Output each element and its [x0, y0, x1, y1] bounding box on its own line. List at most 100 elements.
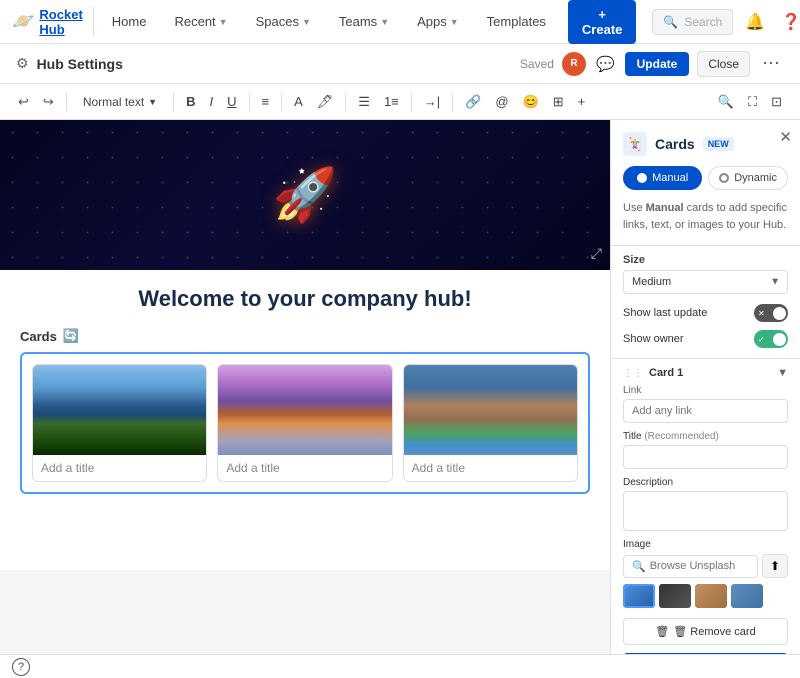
trash-icon: 🗑	[655, 625, 669, 638]
card1-section: ⋮⋮ Card 1 ▼ Link Title (Recommended) Des…	[611, 358, 800, 645]
owner-toggle[interactable]: ✓	[754, 330, 788, 348]
link-button[interactable]: 🔗	[459, 91, 487, 113]
help-icon[interactable]: ❓	[777, 8, 800, 36]
card-item[interactable]: Add a title	[217, 364, 392, 482]
insert-button[interactable]: +	[572, 91, 592, 112]
search-box[interactable]: 🔍 Search	[652, 9, 733, 35]
font-color-button[interactable]: A	[288, 91, 309, 112]
cards-label: Cards	[20, 329, 57, 344]
cards-section: Cards 🔄 Add a title Add a title	[20, 328, 590, 494]
card-title: Add a title	[404, 455, 577, 481]
show-last-update-label: Show last update	[623, 307, 707, 319]
help-circle-button[interactable]: ?	[12, 658, 30, 676]
search-content-button[interactable]: 🔍	[712, 91, 740, 113]
manual-radio[interactable]: Manual	[623, 166, 702, 190]
card1-label: Card 1	[649, 367, 683, 379]
nav-item-templates[interactable]: Templates	[477, 8, 556, 35]
card-item[interactable]: Add a title	[32, 364, 207, 482]
more-options-icon[interactable]: ⋯	[758, 51, 784, 76]
undo-button[interactable]: ↩	[12, 91, 35, 113]
show-owner-label: Show owner	[623, 333, 684, 345]
card-image-mountain	[33, 365, 206, 455]
link-input[interactable]	[623, 399, 788, 423]
panel-header: 🃏 Cards NEW	[611, 120, 800, 166]
grip-icon: ⋮⋮	[623, 368, 643, 379]
chevron-down-icon: ▼	[450, 17, 459, 27]
image-search-row: 🔍 ⬆	[611, 554, 800, 584]
remove-card-button[interactable]: 🗑 🗑 Remove card	[623, 618, 788, 645]
hub-title: Hub Settings	[37, 56, 512, 72]
align-button[interactable]: ≡	[256, 91, 276, 112]
more-toolbar-button[interactable]: ⊡	[765, 91, 788, 113]
nav-item-home[interactable]: Home	[102, 8, 157, 35]
create-button[interactable]: + Create	[568, 0, 636, 44]
card1-header[interactable]: ⋮⋮ Card 1 ▼	[611, 359, 800, 385]
hub-settings-icon: ⚙	[16, 55, 29, 72]
nav-item-spaces[interactable]: Spaces ▼	[246, 8, 321, 35]
ordered-list-button[interactable]: 1≡	[378, 91, 405, 112]
update-button[interactable]: Update	[625, 52, 690, 76]
fullscreen-button[interactable]: ⛶	[742, 91, 763, 113]
radio-dot-empty	[719, 173, 729, 183]
card-image-cliff	[404, 365, 577, 455]
thumbnail-4[interactable]	[731, 584, 763, 608]
nav-item-apps[interactable]: Apps ▼	[407, 8, 469, 35]
list-button[interactable]: ☰	[352, 91, 376, 113]
last-update-toggle[interactable]: ✕	[754, 304, 788, 322]
size-select[interactable]: Small Medium Large	[623, 270, 788, 294]
image-thumbnails	[611, 584, 800, 618]
chevron-down-icon: ▼	[219, 17, 228, 27]
text-style-button[interactable]: Normal text ▼	[73, 92, 167, 112]
description-textarea[interactable]	[623, 491, 788, 531]
title-field-label: Title (Recommended)	[611, 431, 800, 445]
bold-button[interactable]: B	[180, 91, 201, 112]
thumbnail-2[interactable]	[659, 584, 691, 608]
mention-button[interactable]: @	[489, 91, 514, 112]
hero-banner: 🚀 ⤢	[0, 120, 610, 270]
size-select-wrapper[interactable]: Small Medium Large ▼	[623, 270, 788, 294]
thumbnail-3[interactable]	[695, 584, 727, 608]
hub-avatar[interactable]: R	[562, 52, 586, 76]
search-icon: 🔍	[632, 560, 646, 573]
italic-button[interactable]: I	[203, 91, 219, 112]
emoji-button[interactable]: 😊	[517, 91, 545, 113]
notification-icon[interactable]: 🔔	[741, 8, 769, 36]
underline-button[interactable]: U	[221, 91, 242, 112]
table-button[interactable]: ⊞	[547, 91, 570, 113]
nav-item-recent[interactable]: Recent ▼	[164, 8, 237, 35]
panel-close-button[interactable]: ✕	[779, 128, 792, 146]
indent-button[interactable]: →|	[418, 91, 446, 112]
nav-item-teams[interactable]: Teams ▼	[329, 8, 399, 35]
title-input[interactable]	[623, 445, 788, 469]
redo-button[interactable]: ↪	[37, 91, 60, 113]
hub-header: ⚙ Hub Settings Saved R 💬 Update Close ⋯	[0, 44, 800, 84]
top-nav: 🪐 Rocket Hub Home Recent ▼ Spaces ▼ Team…	[0, 0, 800, 44]
panel-radio-group: Manual Dynamic	[611, 166, 800, 200]
logo-emoji: 🪐	[12, 11, 34, 32]
highlight-button[interactable]: 🖊	[311, 91, 340, 113]
image-search-box[interactable]: 🔍	[623, 555, 758, 578]
rocket-emoji: 🚀	[273, 165, 338, 226]
card-image-ocean	[218, 365, 391, 455]
editor-body: Welcome to your company hub! Cards 🔄 Add…	[0, 270, 610, 570]
panel-title: Cards	[655, 136, 695, 152]
dynamic-radio[interactable]: Dynamic	[708, 166, 788, 190]
cards-header: Cards 🔄	[20, 328, 590, 344]
close-button[interactable]: Close	[697, 51, 750, 77]
editor: 🚀 ⤢ Welcome to your company hub! Cards 🔄…	[0, 120, 610, 654]
app-logo[interactable]: 🪐 Rocket Hub	[12, 7, 94, 37]
toolbar: ↩ ↪ Normal text ▼ B I U ≡ A 🖊 ☰ 1≡ →| 🔗 …	[0, 84, 800, 120]
radio-dot-filled	[637, 173, 647, 183]
panel-description: Use Manual cards to add specific links, …	[611, 200, 800, 245]
recommended-label: (Recommended)	[644, 431, 718, 442]
comment-icon[interactable]: 💬	[594, 53, 617, 75]
upload-image-button[interactable]: ⬆	[762, 554, 788, 578]
expand-banner-button[interactable]: ⤢	[591, 245, 602, 262]
status-bar: ?	[0, 654, 800, 678]
size-label: Size	[611, 254, 800, 270]
cards-panel-icon: 🃏	[623, 132, 647, 156]
unsplash-search-input[interactable]	[650, 560, 749, 572]
thumbnail-1[interactable]	[623, 584, 655, 608]
card-item[interactable]: Add a title	[403, 364, 578, 482]
cards-sync-icon: 🔄	[63, 328, 79, 344]
